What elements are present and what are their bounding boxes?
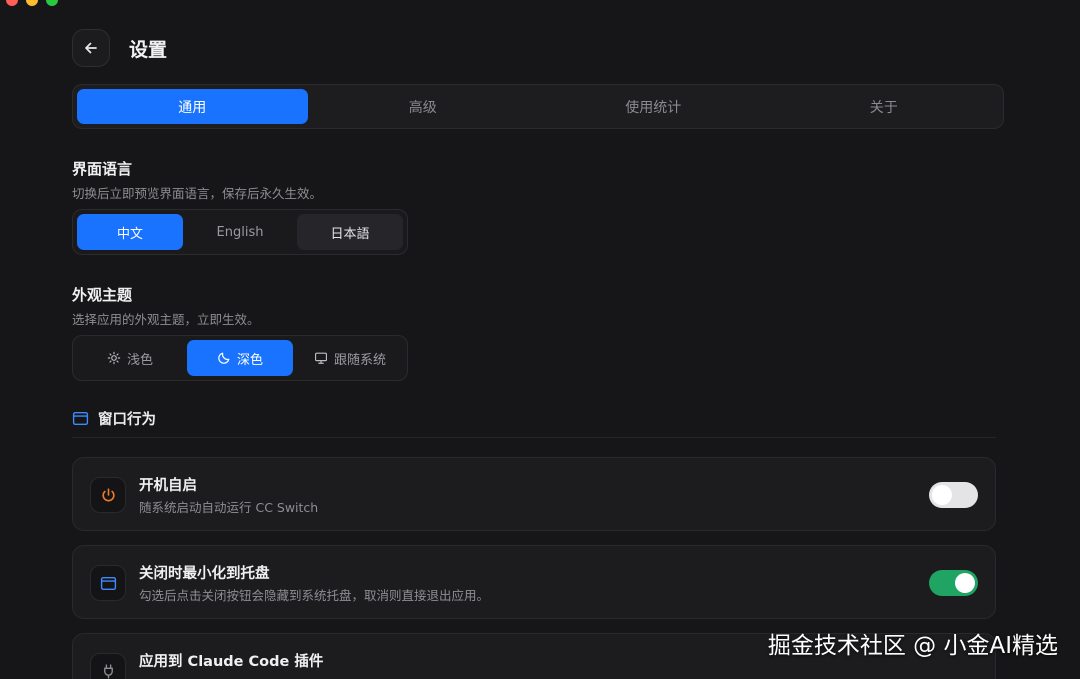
tab-general[interactable]: 通用 <box>77 89 308 124</box>
language-option-english[interactable]: English <box>187 214 293 250</box>
tab-about[interactable]: 关于 <box>769 89 1000 124</box>
minimize-to-tray-toggle[interactable] <box>929 570 978 596</box>
theme-option-light-label: 浅色 <box>126 352 153 368</box>
setting-card-launch-at-login: 开机自启 随系统启动自动运行 CC Switch <box>72 457 996 531</box>
language-section-description: 切换后立即预览界面语言，保存后永久生效。 <box>72 186 323 201</box>
back-button[interactable] <box>72 29 110 67</box>
page-title: 设置 <box>129 38 168 61</box>
minimize-to-tray-title: 关闭时最小化到托盘 <box>139 566 270 582</box>
launch-at-login-title: 开机自启 <box>139 478 197 494</box>
tab-advanced[interactable]: 高级 <box>308 89 539 124</box>
power-icon <box>101 487 115 501</box>
toggle-knob <box>932 485 952 505</box>
language-section-title: 界面语言 <box>72 160 133 178</box>
claude-code-plugin-title: 应用到 Claude Code 插件 <box>139 654 324 670</box>
moon-icon <box>218 352 230 364</box>
close-window-button[interactable] <box>6 0 18 6</box>
card-icon-wrapper <box>90 653 126 679</box>
launch-at-login-toggle[interactable] <box>929 482 978 508</box>
monitor-icon <box>314 352 327 364</box>
plug-icon <box>103 663 113 679</box>
window-controls <box>6 0 58 6</box>
launch-at-login-description: 随系统启动自动运行 CC Switch <box>139 500 319 515</box>
window-icon <box>100 576 116 590</box>
card-icon-wrapper <box>90 565 126 601</box>
watermark: 掘金技术社区 @ 小金AI精选 <box>767 633 1058 659</box>
tab-usage-stats[interactable]: 使用统计 <box>538 89 769 124</box>
section-divider <box>72 437 996 438</box>
language-option-japanese[interactable]: 日本語 <box>297 214 403 250</box>
theme-option-system[interactable]: 跟随系统 <box>297 340 403 376</box>
theme-section-title: 外观主题 <box>72 286 133 304</box>
minimize-window-button[interactable] <box>26 0 38 6</box>
setting-card-minimize-to-tray: 关闭时最小化到托盘 勾选后点击关闭按钮会隐藏到系统托盘，取消则直接退出应用。 <box>72 545 996 619</box>
toggle-knob <box>955 573 975 593</box>
sun-icon <box>107 351 121 365</box>
language-option-chinese[interactable]: 中文 <box>77 214 183 250</box>
arrow-left-icon <box>85 42 97 54</box>
card-icon-wrapper <box>90 477 126 513</box>
window-icon <box>72 411 89 426</box>
window-behavior-title: 窗口行为 <box>98 412 156 428</box>
theme-option-dark-label: 深色 <box>236 352 263 368</box>
theme-section-description: 选择应用的外观主题，立即生效。 <box>72 312 260 327</box>
theme-option-dark[interactable]: 深色 <box>187 340 293 376</box>
page-header: 设置 <box>72 29 167 67</box>
zoom-window-button[interactable] <box>46 0 58 6</box>
window-behavior-header: 窗口行为 <box>72 408 156 429</box>
language-selector: 中文 English 日本語 <box>72 209 408 255</box>
settings-tabs: 通用 高级 使用统计 关于 <box>72 84 1004 129</box>
theme-option-light[interactable]: 浅色 <box>77 340 183 376</box>
theme-option-system-label: 跟随系统 <box>333 352 386 368</box>
minimize-to-tray-description: 勾选后点击关闭按钮会隐藏到系统托盘，取消则直接退出应用。 <box>139 588 490 603</box>
theme-selector: 浅色 深色 跟随系统 <box>72 335 408 381</box>
